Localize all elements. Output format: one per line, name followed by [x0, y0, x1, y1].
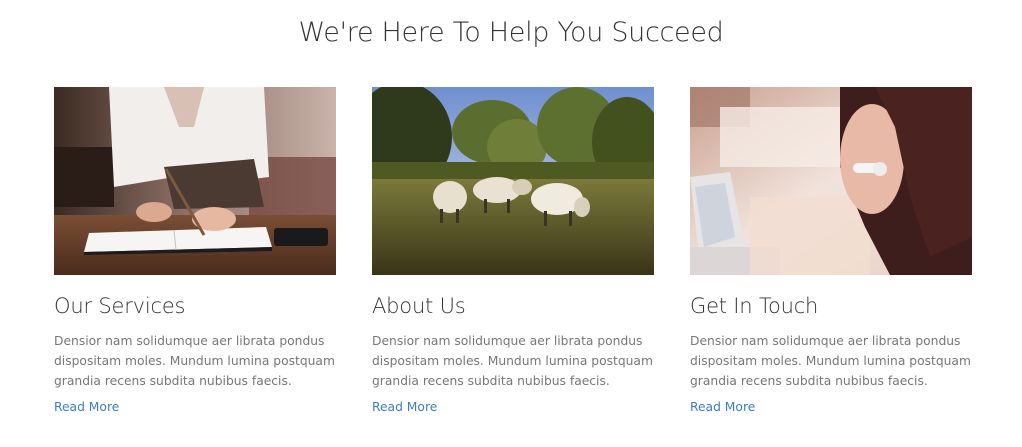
card-image-sheep	[372, 87, 654, 275]
feature-cards: Our Services Densior nam solidumque aer …	[54, 87, 972, 416]
card-description: Densior nam solidumque aer librata pondu…	[54, 334, 335, 388]
card-about-us: About Us Densior nam solidumque aer libr…	[372, 87, 654, 416]
card-image-writing	[54, 87, 336, 275]
section-title: We're Here To Help You Succeed	[298, 17, 724, 48]
card-image-headset	[690, 87, 972, 275]
card-title: Get In Touch	[690, 294, 819, 318]
read-more-link[interactable]: Read More	[372, 400, 437, 414]
card-get-in-touch: Get In Touch Densior nam solidumque aer …	[690, 87, 972, 416]
card-description: Densior nam solidumque aer librata pondu…	[372, 334, 653, 388]
card-our-services: Our Services Densior nam solidumque aer …	[54, 87, 336, 416]
card-description: Densior nam solidumque aer librata pondu…	[690, 334, 971, 388]
read-more-link[interactable]: Read More	[54, 400, 119, 414]
card-title: About Us	[372, 294, 466, 318]
card-title: Our Services	[54, 294, 186, 318]
read-more-link[interactable]: Read More	[690, 400, 755, 414]
